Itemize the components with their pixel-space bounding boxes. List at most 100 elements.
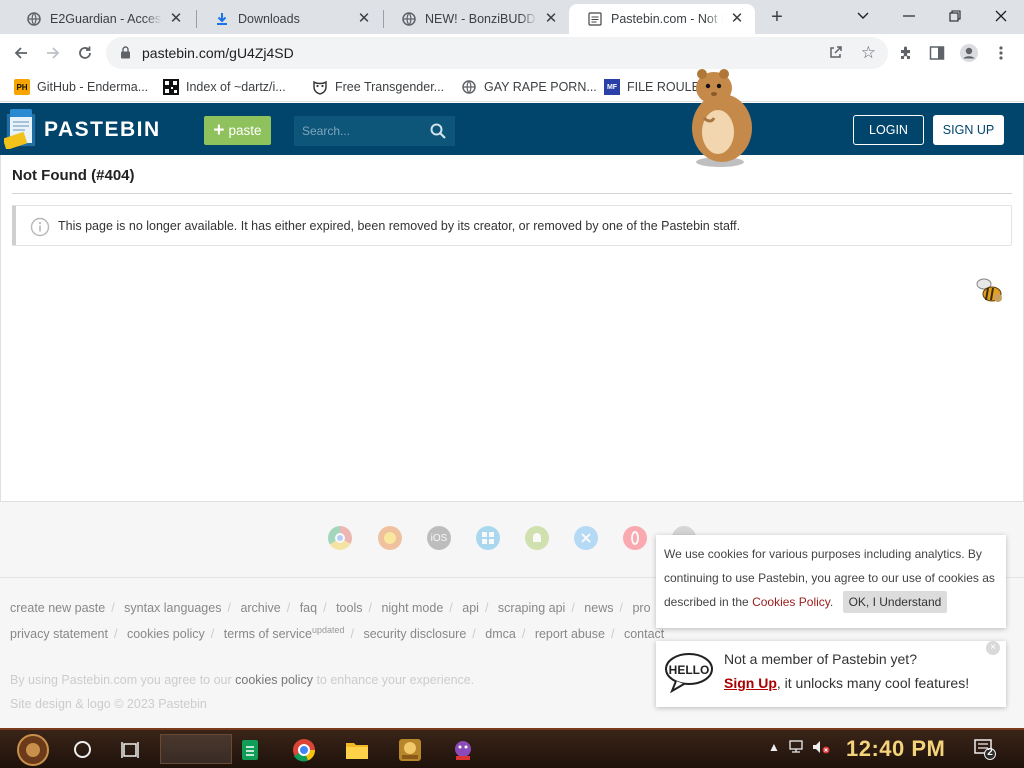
note-cookies-link[interactable]: cookies policy — [235, 673, 313, 687]
login-button[interactable]: LOGIN — [853, 115, 924, 145]
footer-link[interactable]: night mode — [381, 601, 443, 615]
bookmarks-bar: PH GitHub - Enderma... Index of ~dartz/i… — [0, 72, 1024, 102]
chrome-taskbar-icon[interactable] — [286, 734, 322, 766]
cookies-policy-link[interactable]: Cookies Policy — [752, 595, 830, 609]
footer-links-row1: create new paste / syntax languages / arch… — [10, 601, 651, 615]
chrome-app-icon[interactable] — [328, 526, 352, 550]
footer-link[interactable]: dmca — [485, 627, 516, 641]
bee-character-icon[interactable] — [974, 276, 1006, 308]
menu-icon[interactable] — [988, 40, 1014, 66]
bookmark-index[interactable]: Index of ~dartz/i... — [163, 77, 286, 97]
pastebin-brand[interactable]: PASTEBIN — [44, 118, 161, 142]
close-icon[interactable]: ✕ — [168, 11, 184, 27]
network-icon[interactable] — [788, 740, 804, 757]
bookmark-github[interactable]: PH GitHub - Enderma... — [14, 77, 148, 97]
share-icon[interactable] — [828, 44, 844, 65]
mask-icon — [312, 79, 328, 95]
tab-bonzibuddy[interactable]: NEW! - BonziBUDDY! ✕ — [383, 4, 569, 34]
footer-link[interactable]: contact — [624, 627, 664, 641]
close-icon[interactable]: ✕ — [729, 11, 745, 27]
firefox-app-icon[interactable] — [378, 526, 402, 550]
ios-app-icon[interactable]: iOS — [427, 526, 451, 550]
bookmark-label: GitHub - Enderma... — [37, 80, 149, 94]
tray-chevron-icon[interactable]: ▲ — [768, 740, 780, 754]
tab-e2guardian[interactable]: E2Guardian - Access ✕ — [8, 4, 194, 34]
footer-link[interactable]: privacy statement — [10, 627, 108, 641]
footer-link[interactable]: create new paste — [10, 601, 105, 615]
back-icon[interactable] — [6, 38, 36, 68]
volume-muted-icon[interactable] — [812, 740, 830, 757]
app-icon[interactable] — [392, 734, 428, 766]
cortana-icon[interactable] — [74, 741, 91, 758]
tab-pastebin[interactable]: Pastebin.com - Not Found ✕ — [569, 4, 755, 34]
footer-link[interactable]: faq — [300, 601, 317, 615]
lock-icon — [120, 46, 131, 64]
tab-title: Pastebin.com - Not Found — [611, 12, 723, 26]
footer-link[interactable]: terms of service — [224, 627, 312, 641]
cookie-ok-button[interactable]: OK, I Understand — [842, 591, 948, 613]
footer-link[interactable]: pro — [632, 601, 650, 615]
tab-search-icon[interactable] — [840, 0, 886, 32]
tab-title: NEW! - BonziBUDDY! — [425, 12, 537, 26]
title-divider — [12, 193, 1012, 194]
footer-link[interactable]: archive — [240, 601, 280, 615]
taskbar-clock[interactable]: 12:40 PM — [846, 736, 945, 762]
extensions-icon[interactable] — [893, 40, 919, 66]
pastebin-logo-icon[interactable] — [2, 109, 40, 151]
page-title: Not Found (#404) — [12, 167, 135, 184]
notification-center-icon[interactable]: 2 — [974, 738, 996, 760]
file-explorer-icon[interactable] — [339, 734, 375, 766]
minimize-icon[interactable] — [886, 0, 932, 32]
hamster-character-icon[interactable] — [680, 66, 760, 168]
search-icon[interactable] — [430, 123, 446, 144]
signup-rest: , it unlocks many cool features! — [776, 675, 970, 691]
side-panel-icon[interactable] — [924, 40, 950, 66]
start-button-icon[interactable] — [10, 732, 56, 768]
url-text: pastebin.com/gU4Zj4SD — [142, 45, 294, 61]
tab-title: E2Guardian - Access — [50, 12, 162, 26]
task-view-icon[interactable] — [120, 741, 140, 764]
address-bar[interactable]: pastebin.com/gU4Zj4SD ☆ — [106, 37, 888, 69]
member-subtext: Sign Up, it unlocks many cool features! — [724, 675, 969, 691]
footer-link[interactable]: cookies policy — [127, 627, 205, 641]
notice-message: This page is no longer available. It has… — [58, 219, 741, 233]
reload-icon[interactable] — [70, 38, 100, 68]
android-app-icon[interactable] — [525, 526, 549, 550]
close-window-icon[interactable] — [978, 0, 1024, 32]
close-icon[interactable]: ✕ — [356, 11, 372, 27]
restore-icon[interactable] — [932, 0, 978, 32]
globe-icon — [26, 11, 42, 27]
windows-app-icon[interactable] — [476, 526, 500, 550]
new-tab-button[interactable]: + — [764, 5, 790, 31]
footer-link[interactable]: tools — [336, 601, 362, 615]
ph-icon: PH — [14, 79, 30, 95]
opera-app-icon[interactable] — [623, 526, 647, 550]
bookmark-gay[interactable]: GAY RAPE PORN... — [461, 77, 597, 97]
tab-downloads[interactable]: Downloads ✕ — [196, 4, 382, 34]
bookmark-star-icon[interactable]: ☆ — [861, 43, 876, 63]
footer-link[interactable]: api — [462, 601, 479, 615]
close-icon[interactable]: ✕ — [543, 11, 559, 27]
sheets-app-icon[interactable] — [232, 734, 268, 766]
signup-link[interactable]: Sign Up — [724, 675, 777, 691]
footer-link[interactable]: report abuse — [535, 627, 605, 641]
taskbar-search-box[interactable] — [160, 734, 232, 764]
tab-title: Downloads — [238, 12, 300, 26]
note-text: to enhance your experience. — [316, 673, 475, 687]
footer-link[interactable]: security disclosure — [363, 627, 466, 641]
updated-badge: updated — [311, 625, 345, 635]
signup-promo-popup: HELLO Not a member of Pastebin yet? Sign… — [656, 641, 1006, 707]
signup-button[interactable]: SIGN UP — [933, 115, 1004, 145]
close-icon[interactable]: × — [986, 641, 1000, 655]
footer-link[interactable]: scraping api — [498, 601, 565, 615]
bonzi-app-icon[interactable] — [445, 734, 481, 766]
profile-avatar-icon[interactable] — [956, 40, 982, 66]
mac-app-icon[interactable] — [574, 526, 598, 550]
new-paste-button[interactable]: + paste — [204, 116, 271, 145]
footer-link[interactable]: syntax languages — [124, 601, 221, 615]
forward-icon[interactable] — [38, 38, 68, 68]
bookmark-free[interactable]: Free Transgender... — [312, 77, 444, 97]
footer-link[interactable]: news — [584, 601, 613, 615]
notice-box: This page is no longer available. It has… — [12, 205, 1012, 246]
bookmark-label: Index of ~dartz/i... — [186, 80, 286, 94]
